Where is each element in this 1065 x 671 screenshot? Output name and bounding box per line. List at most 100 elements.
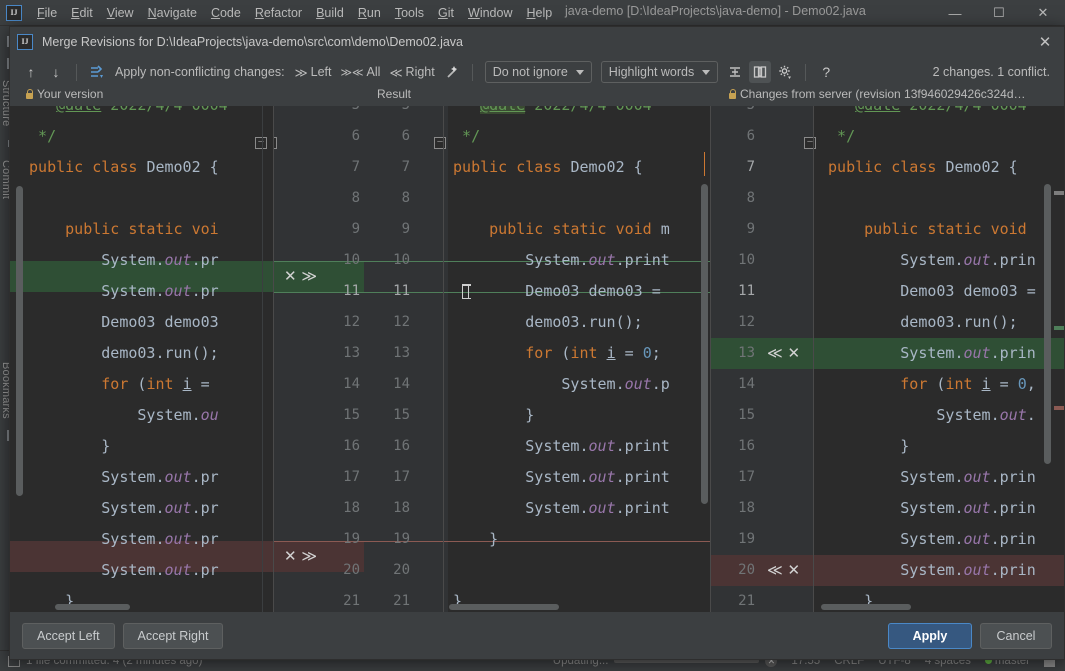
left-right-margin-guide: [262, 106, 263, 612]
center-gutter[interactable]: [274, 106, 448, 612]
code-line-right-1: */: [819, 127, 856, 145]
close-icon[interactable]: ✕: [1021, 0, 1065, 26]
dialog-close-button[interactable]: ✕: [1026, 27, 1064, 57]
next-difference-button[interactable]: ↓: [45, 61, 67, 83]
dialog-title: Merge Revisions for D:\IdeaProjects\java…: [42, 35, 464, 49]
center-vertical-scrollbar[interactable]: [701, 184, 708, 504]
center-lno-outer-13: 18: [343, 500, 360, 516]
right-lno-6: 11: [738, 283, 755, 299]
code-line-left-4: public static voi: [20, 220, 219, 238]
code-line-right-11: }: [819, 437, 910, 455]
code-line-right-7: demo03.run();: [819, 313, 1018, 331]
editor-center[interactable]: ✕ ≫ ✕ ≫ 5 6 7 8 9 10 11 12 13 14 15 16 1…: [273, 106, 710, 612]
menu-item-tools[interactable]: Tools: [388, 4, 431, 22]
ignore-policy-value: Do not ignore: [492, 65, 568, 79]
apply-all-button[interactable]: ≫≪ All: [338, 65, 384, 79]
changes-summary: 2 changes. 1 conflict.: [932, 65, 1050, 79]
center-horizontal-scrollbar[interactable]: [449, 604, 559, 610]
right-lno-7: 12: [738, 314, 755, 330]
ignore-policy-select[interactable]: Do not ignore: [484, 61, 592, 83]
menu-item-view[interactable]: View: [100, 4, 141, 22]
text-cursor-icon: [462, 284, 471, 299]
right-change-actions-red[interactable]: ≪ ✕: [767, 555, 800, 586]
pane-header-center: Result: [377, 87, 411, 101]
toolbar-separator-2: [471, 63, 473, 81]
right-gutter-divider: [813, 106, 814, 612]
help-icon[interactable]: ?: [815, 61, 837, 83]
editor-right[interactable]: ≪ ✕ ≪ ✕ 5 6 7 8 9 10 11 12 13 14 15 16 1…: [710, 106, 1064, 612]
apply-left-button[interactable]: ≫ Left: [292, 65, 335, 80]
code-line-left-5: System.out.pr: [20, 251, 219, 269]
right-lno-2: 7: [746, 159, 755, 175]
dialog-button-bar: Accept Left Accept Right Apply Cancel: [10, 612, 1064, 659]
pane-header-right-label: Changes from server (revision 13f9460294…: [740, 87, 1026, 101]
menu-item-window[interactable]: Window: [461, 4, 519, 22]
code-line-center-7: demo03.run();: [444, 313, 643, 331]
apply-all-non-conflicting-icon[interactable]: [86, 61, 108, 83]
collapse-unchanged-fragments-icon[interactable]: [724, 61, 746, 83]
left-code-area[interactable]: * @date 2022/4/4 0004 */ public class De…: [10, 106, 273, 612]
center-lno-outer-0: 5: [324, 106, 360, 121]
right-horizontal-scrollbar[interactable]: [821, 604, 911, 610]
marker-change-green: [1054, 326, 1064, 330]
apply-right-label: Right: [405, 65, 435, 79]
gear-icon[interactable]: [774, 61, 796, 83]
code-line-center-2: public class Demo02 {: [444, 158, 643, 176]
center-lno-outer-8: 13: [343, 345, 360, 361]
fold-marker-center[interactable]: −: [434, 137, 446, 149]
magic-resolve-icon[interactable]: [441, 61, 463, 83]
center-lno-inner-11: 16: [393, 438, 410, 454]
accept-right-button[interactable]: Accept Right: [122, 622, 224, 649]
menu-item-help[interactable]: Help: [519, 4, 559, 22]
center-lno-outer-9: 14: [343, 376, 360, 392]
fold-marker-center-left[interactable]: −: [274, 137, 277, 149]
left-horizontal-scrollbar[interactable]: [55, 604, 130, 610]
editor-left[interactable]: * @date 2022/4/4 0004 */ public class De…: [10, 106, 273, 612]
center-lno-outer-10: 15: [343, 407, 360, 423]
code-line-right-10: System.out.: [819, 406, 1036, 424]
code-line-center-13: System.out.print: [444, 499, 670, 517]
code-line-right-9: for (int i = 0,: [819, 375, 1036, 393]
center-lno-outer-4: 9: [351, 221, 360, 237]
center-lno-inner-13: 18: [393, 500, 410, 516]
merge-toolbar: ↑ ↓ Apply non-conflicting changes: ≫ Lef…: [10, 57, 1064, 87]
right-marker-column[interactable]: [1054, 106, 1064, 612]
pane-header-center-label: Result: [377, 87, 412, 101]
menu-item-file[interactable]: File: [30, 4, 64, 22]
center-change-actions-red[interactable]: ✕ ≫: [284, 541, 317, 572]
left-vertical-scrollbar[interactable]: [16, 186, 23, 496]
menu-item-git[interactable]: Git: [431, 4, 461, 22]
menu-item-navigate[interactable]: Navigate: [141, 4, 204, 22]
menu-item-run[interactable]: Run: [351, 4, 388, 22]
highlight-policy-select[interactable]: Highlight words: [600, 61, 719, 83]
side-by-side-viewer-icon[interactable]: [749, 61, 772, 83]
cancel-button[interactable]: Cancel: [980, 622, 1052, 649]
right-change-actions-green[interactable]: ≪ ✕: [767, 338, 800, 369]
center-lno-outer-15: 20: [343, 562, 360, 578]
code-line-center-12: System.out.print: [444, 468, 670, 486]
center-caret: [704, 152, 705, 176]
menu-item-code[interactable]: Code: [204, 4, 248, 22]
pane-header-left-label: Your version: [37, 87, 104, 101]
minimize-icon[interactable]: —: [933, 0, 977, 26]
menu-item-refactor[interactable]: Refactor: [248, 4, 309, 22]
center-change-actions-green[interactable]: ✕ ≫: [284, 261, 317, 292]
apply-button[interactable]: Apply: [888, 622, 972, 649]
accept-left-button[interactable]: Accept Left: [22, 622, 115, 649]
menu-item-build[interactable]: Build: [309, 4, 351, 22]
marker-change-red: [1054, 406, 1064, 410]
lock-icon: [24, 88, 33, 100]
maximize-icon[interactable]: ☐: [977, 0, 1021, 26]
window-controls: — ☐ ✕: [933, 0, 1065, 26]
apply-right-button[interactable]: ≪ Right: [386, 65, 437, 80]
center-lno-outer-6: 11: [343, 283, 360, 299]
code-line-center-9: System.out.p: [444, 375, 670, 393]
code-line-center-0: * @date 2022/4/4 0004: [444, 106, 710, 121]
previous-difference-button[interactable]: ↑: [20, 61, 42, 83]
fold-marker-right[interactable]: −: [804, 137, 816, 149]
right-vertical-scrollbar[interactable]: [1044, 184, 1051, 464]
code-line-left-15: System.out.pr: [20, 561, 219, 579]
marker-generic: [1054, 191, 1064, 195]
fold-marker-left[interactable]: −: [255, 137, 267, 149]
menu-item-edit[interactable]: Edit: [64, 4, 100, 22]
